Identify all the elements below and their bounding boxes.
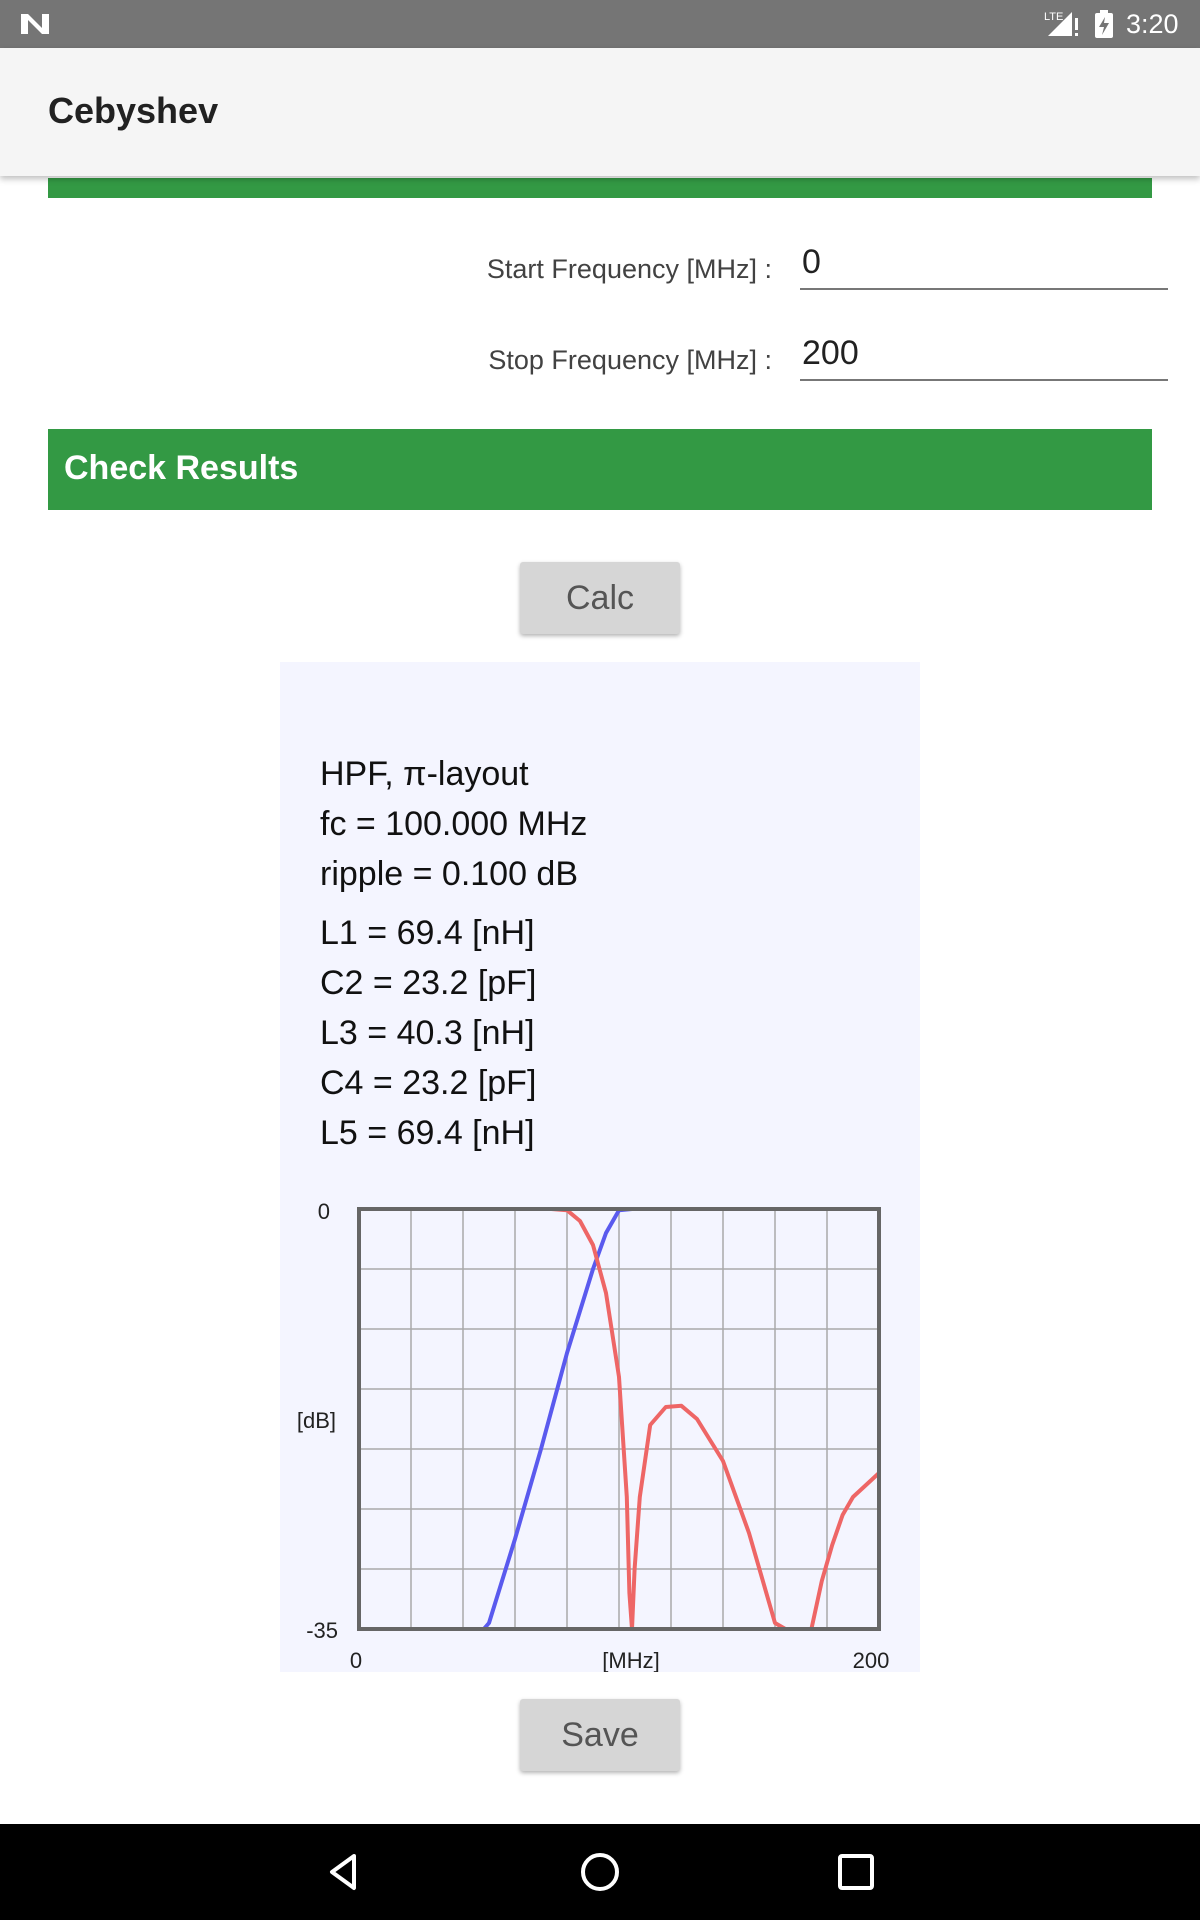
app-bar: Cebyshev [0, 48, 1200, 176]
navigation-bar [0, 1824, 1200, 1920]
x-tick-label-right: 200 [853, 1648, 890, 1672]
recents-icon[interactable] [832, 1848, 880, 1896]
x-tick-label-left: 0 [350, 1648, 362, 1672]
results-panel: HPF, π-layout fc = 100.000 MHz ripple = … [280, 662, 920, 1672]
network-type-label: LTE [1044, 11, 1063, 23]
stop-frequency-label: Stop Frequency [MHz] : [488, 345, 772, 375]
start-frequency-input[interactable] [800, 236, 1168, 290]
frequency-response-chart: 0 -35 [dB] 0 200 [MHz] [297, 1199, 890, 1672]
lte-signal-icon: LTE [1044, 11, 1078, 36]
section-header-partial [48, 178, 1152, 198]
y-axis-label: [dB] [297, 1408, 336, 1433]
back-icon[interactable] [320, 1848, 368, 1896]
check-results-title: Check Results [64, 449, 299, 487]
check-results-header: Check Results [48, 429, 1152, 510]
calc-button[interactable]: Calc [520, 562, 680, 634]
status-bar: LTE 3:20 [0, 0, 1200, 48]
battery-charging-icon [1095, 10, 1113, 38]
notification-n-icon [21, 14, 49, 34]
app-title: Cebyshev [48, 90, 219, 131]
save-button[interactable]: Save [520, 1699, 680, 1771]
status-clock: 3:20 [1126, 9, 1179, 39]
home-icon[interactable] [576, 1848, 624, 1896]
stop-frequency-input[interactable] [800, 327, 1168, 381]
start-frequency-label: Start Frequency [MHz] : [486, 254, 772, 284]
y-tick-label-top: 0 [318, 1199, 330, 1224]
chart-grid [359, 1209, 879, 1629]
x-axis-label: [MHz] [602, 1648, 659, 1672]
y-tick-label-bottom: -35 [306, 1618, 338, 1643]
scroll-content[interactable]: Start Frequency [MHz] : Stop Frequency [… [0, 48, 1200, 1824]
